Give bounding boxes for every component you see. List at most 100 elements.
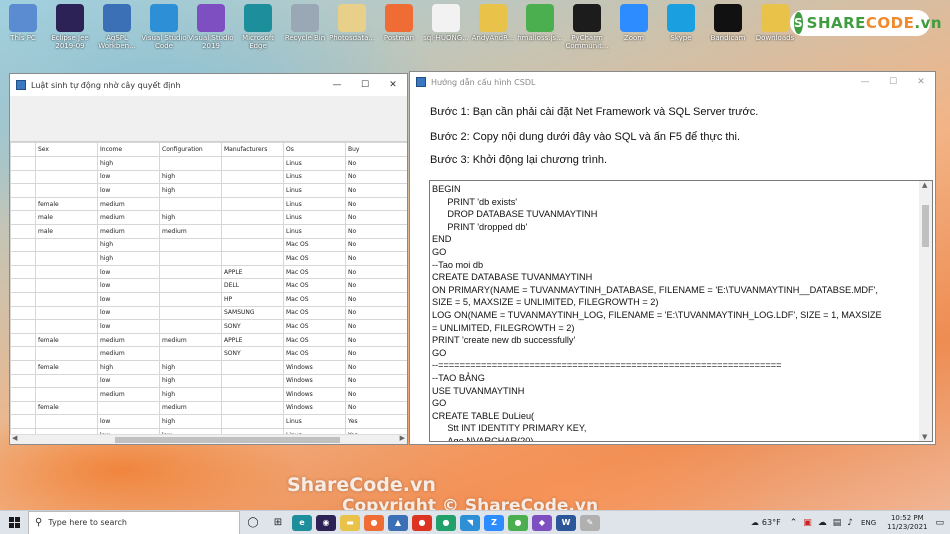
table-cell[interactable] [35, 305, 98, 321]
table-cell[interactable]: high [159, 210, 222, 225]
widgets-icon[interactable]: ⊞ [266, 517, 290, 528]
grid-column-header[interactable] [10, 142, 36, 157]
task-view-icon[interactable]: ◯ [240, 517, 266, 528]
table-row[interactable]: high Linus No [10, 156, 407, 171]
table-row[interactable]: high Mac OS No [10, 251, 407, 266]
desktop-icon-postman[interactable]: Postman [376, 2, 422, 58]
table-cell[interactable]: medium [97, 223, 160, 239]
weather-widget[interactable]: ☁ 63°F [751, 518, 781, 527]
grid-column-header[interactable]: Os [283, 142, 346, 157]
table-cell[interactable]: male [35, 210, 98, 225]
table-cell[interactable]: No [345, 387, 407, 402]
table-cell[interactable]: No [345, 291, 407, 307]
table-cell[interactable]: high [97, 359, 160, 375]
row-header-cell[interactable] [10, 264, 36, 280]
table-cell[interactable]: high [97, 251, 160, 266]
table-cell[interactable] [35, 251, 98, 266]
table-cell[interactable]: medium [97, 332, 160, 348]
taskbar-eclipse-icon[interactable]: ◉ [316, 514, 336, 531]
row-header-cell[interactable] [10, 414, 36, 429]
table-cell[interactable]: Mac OS [283, 346, 346, 361]
desktop-icon-edge[interactable]: Microsoft Edge [235, 2, 281, 58]
table-cell[interactable]: low [97, 373, 160, 389]
table-cell[interactable]: low [97, 305, 160, 321]
clock[interactable]: 10:52 PM 11/23/2021 [887, 514, 927, 532]
table-cell[interactable]: No [345, 156, 407, 171]
vertical-scrollbar[interactable]: ▲ ▼ [919, 181, 932, 441]
table-cell[interactable]: high [97, 237, 160, 253]
table-cell[interactable]: No [345, 278, 407, 293]
table-cell[interactable] [35, 264, 98, 280]
row-header-cell[interactable] [10, 387, 36, 402]
table-cell[interactable]: No [345, 183, 407, 198]
desktop-icon-script[interactable]: hmalloss.js... [517, 2, 563, 58]
table-cell[interactable]: Windows [283, 373, 346, 389]
table-cell[interactable] [221, 387, 284, 402]
table-cell[interactable] [159, 305, 222, 321]
table-cell[interactable]: No [345, 223, 407, 239]
row-header-cell[interactable] [10, 156, 36, 171]
table-cell[interactable]: low [97, 291, 160, 307]
language-indicator[interactable]: ENG [861, 519, 876, 527]
taskbar-edge-icon[interactable]: e [292, 514, 312, 531]
table-cell[interactable]: male [35, 223, 98, 239]
table-cell[interactable] [159, 196, 222, 212]
close-button[interactable]: ✕ [907, 77, 935, 87]
grid-column-header[interactable]: Sex [35, 142, 98, 157]
desktop-icon-skype[interactable]: Skype [658, 2, 704, 58]
row-header-cell[interactable] [10, 359, 36, 375]
grid-column-header[interactable]: Manufacturers [221, 142, 284, 157]
table-row[interactable]: female medium medium APPLE Mac OS No [10, 332, 407, 348]
table-cell[interactable]: low [97, 319, 160, 334]
table-cell[interactable]: No [345, 400, 407, 416]
desktop-icon-pycharm[interactable]: PyCharm Communit... [564, 2, 610, 58]
taskbar-greenshot-icon[interactable]: ● [508, 514, 528, 531]
table-cell[interactable] [97, 400, 160, 416]
table-cell[interactable]: low [97, 169, 160, 185]
table-cell[interactable]: Linus [283, 183, 346, 198]
cloud-sync-icon[interactable]: ☁ [818, 518, 827, 528]
table-cell[interactable]: low [97, 278, 160, 293]
db-guide-titlebar[interactable]: Hướng dẫn cấu hình CSDL — ☐ ✕ [410, 72, 935, 92]
table-row[interactable]: high Mac OS No [10, 237, 407, 253]
table-cell[interactable] [159, 291, 222, 307]
table-cell[interactable] [159, 264, 222, 280]
table-cell[interactable] [221, 156, 284, 171]
scroll-left-arrow-icon[interactable]: ◀ [12, 434, 17, 442]
table-cell[interactable]: Linus [283, 223, 346, 239]
table-cell[interactable] [221, 373, 284, 389]
taskbar-workbench-icon[interactable]: ▲ [388, 514, 408, 531]
table-cell[interactable] [221, 183, 284, 198]
decision-tree-titlebar[interactable]: Luật sinh tự động nhờ cây quyết định — ☐… [10, 74, 407, 96]
table-cell[interactable] [35, 387, 98, 402]
table-cell[interactable]: high [97, 156, 160, 171]
table-cell[interactable]: No [345, 346, 407, 361]
table-cell[interactable]: SAMSUNG [221, 305, 284, 321]
table-cell[interactable] [35, 156, 98, 171]
table-cell[interactable]: high [159, 183, 222, 198]
table-row[interactable]: low SONY Mac OS No [10, 319, 407, 334]
table-cell[interactable]: low [97, 183, 160, 198]
vertical-scroll-thumb[interactable] [922, 205, 929, 247]
scroll-down-arrow-icon[interactable]: ▼ [922, 433, 927, 441]
desktop-icon-recycle-bin[interactable]: Recycle Bin [282, 2, 328, 58]
taskbar-pycharm-icon[interactable]: ● [436, 514, 456, 531]
table-cell[interactable] [221, 359, 284, 375]
row-header-cell[interactable] [10, 291, 36, 307]
table-cell[interactable]: Windows [283, 400, 346, 416]
table-cell[interactable]: low [97, 414, 160, 429]
table-cell[interactable]: medium [97, 346, 160, 361]
taskbar-paint-icon[interactable]: ✎ [580, 514, 600, 531]
taskbar-vscode-icon[interactable]: ◥ [460, 514, 480, 531]
table-cell[interactable]: high [159, 359, 222, 375]
table-cell[interactable]: high [159, 373, 222, 389]
table-cell[interactable]: Linus [283, 210, 346, 225]
table-cell[interactable]: No [345, 305, 407, 321]
desktop-icon-vscode[interactable]: Visual Studio Code [141, 2, 187, 58]
antivirus-icon[interactable]: ▣ [803, 518, 812, 528]
table-cell[interactable]: APPLE [221, 332, 284, 348]
table-cell[interactable] [159, 156, 222, 171]
table-cell[interactable]: female [35, 359, 98, 375]
table-row[interactable]: low high Linus Yes [10, 414, 407, 429]
taskbar-postman-icon[interactable]: ● [364, 514, 384, 531]
